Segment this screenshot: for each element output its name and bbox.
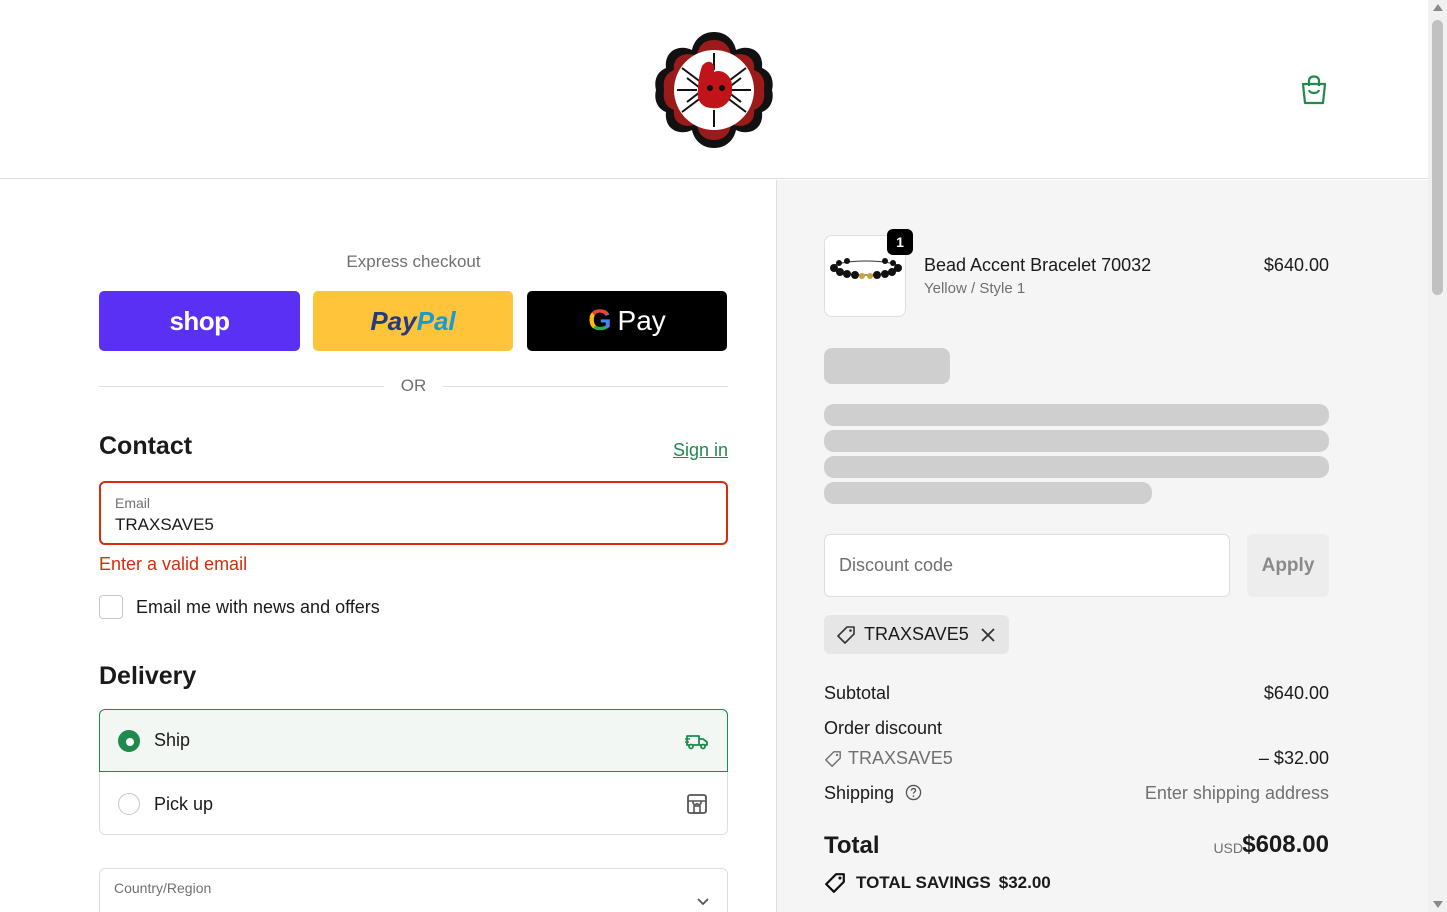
total-label: Total: [824, 832, 880, 859]
newsletter-option[interactable]: Email me with news and offers: [99, 595, 380, 619]
divider-line-right: [443, 386, 728, 387]
applied-discount-code: TRAXSAVE5: [864, 624, 969, 644]
subtotal-label: Subtotal: [824, 683, 891, 703]
order-discount-row: Order discount: [824, 718, 1329, 739]
divider-line-left: [99, 386, 384, 387]
subtotal-value: $640.00: [1263, 683, 1329, 703]
country-region-label: Country/Region: [114, 880, 212, 896]
product-variant: Yellow / Style 1: [924, 280, 1026, 297]
remove-discount-icon[interactable]: [979, 626, 997, 644]
total-currency: USD: [1213, 840, 1243, 856]
total-savings-label: TOTAL SAVINGS: [856, 873, 991, 892]
loading-skeleton-line: [824, 482, 1152, 504]
apply-discount-button[interactable]: Apply: [1247, 534, 1329, 597]
product-name: Bead Accent Bracelet 70032: [924, 255, 1152, 275]
discount-code-text: TRAXSAVE5: [848, 748, 953, 768]
paypal-label-pay: Pay: [370, 305, 417, 336]
total-row: Total USD $608.00: [824, 830, 1329, 864]
loading-skeleton-line: [824, 404, 1329, 426]
page-scrollbar[interactable]: [1428, 0, 1447, 912]
tag-icon: [825, 873, 845, 893]
checkout-form: Express checkout shop Pay Pal G Pay OR Con…: [0, 180, 777, 912]
delivery-method-group: Ship Pick up: [99, 709, 728, 835]
shipping-value: Enter shipping address: [1144, 783, 1329, 803]
order-discount-label: Order discount: [824, 718, 943, 738]
email-field[interactable]: Email TRAXSAVE5: [99, 481, 728, 545]
paypal-button[interactable]: Pay Pal: [313, 291, 513, 351]
email-field-label: Email: [115, 495, 151, 511]
loading-skeleton-line: [824, 430, 1329, 452]
delivery-option-ship[interactable]: Ship: [99, 709, 728, 772]
discount-value: – $32.00: [1258, 748, 1329, 768]
subtotal-row: Subtotal $640.00: [824, 683, 1329, 704]
cart-button[interactable]: [1298, 73, 1330, 107]
google-pay-button[interactable]: G Pay: [527, 291, 727, 351]
discount-code-line: TRAXSAVE5: [824, 748, 1329, 769]
total-savings-value: $32.00: [998, 873, 1051, 892]
order-summary: 1 Bead Accent Bracelet 70032 Yellow / St…: [777, 180, 1428, 912]
paypal-label-pal: Pal: [416, 305, 456, 336]
total-value: $608.00: [1242, 831, 1329, 858]
pickup-radio[interactable]: [118, 793, 140, 815]
pickup-label: Pick up: [154, 793, 214, 814]
sign-in-link[interactable]: Sign in: [640, 440, 728, 461]
country-region-select[interactable]: Country/Region: [99, 868, 728, 912]
ship-radio[interactable]: [118, 729, 140, 752]
shipping-label: Shipping: [824, 783, 895, 803]
newsletter-label: Email me with news and offers: [136, 596, 380, 617]
quantity-badge: 1: [887, 229, 913, 255]
tag-icon: [825, 750, 841, 767]
google-pay-label: Pay: [617, 305, 666, 336]
contact-title: Contact: [99, 432, 193, 460]
loading-skeleton-line: [824, 456, 1329, 478]
product-thumbnail: 1: [824, 229, 913, 317]
header: [0, 0, 1428, 179]
or-divider: OR: [99, 376, 728, 396]
delivery-option-pickup[interactable]: Pick up: [100, 773, 727, 835]
google-g-icon: G: [588, 304, 612, 337]
shop-pay-label: shop: [169, 305, 230, 336]
shipping-row: Shipping Enter shipping address: [824, 783, 1329, 804]
truck-icon: [685, 735, 708, 750]
delivery-title: Delivery: [99, 662, 197, 690]
applied-discount-chip: TRAXSAVE5: [824, 615, 1009, 654]
help-circle-icon[interactable]: [905, 784, 922, 801]
discount-code-input[interactable]: Discount code: [824, 534, 1230, 597]
scroll-down-arrow[interactable]: [1433, 901, 1443, 908]
or-label: OR: [400, 376, 427, 395]
email-field-value[interactable]: TRAXSAVE5: [115, 515, 214, 535]
shop-pay-button[interactable]: shop: [99, 291, 300, 351]
loading-skeleton-title: [824, 348, 950, 384]
scroll-up-arrow[interactable]: [1433, 4, 1443, 11]
scrollbar-thumb[interactable]: [1432, 20, 1443, 295]
ship-label: Ship: [154, 730, 191, 750]
product-price: $640.00: [1263, 255, 1329, 275]
discount-code-row: TRAXSAVE5 – $32.00: [824, 748, 1329, 769]
express-checkout-label: Express checkout: [346, 252, 481, 271]
total-savings: TOTAL SAVINGS $32.00: [824, 872, 1051, 894]
shopping-bag-icon: [1301, 75, 1327, 105]
email-error-message: Enter a valid email: [99, 554, 248, 574]
chevron-down-icon: [697, 898, 709, 906]
store-logo[interactable]: [652, 28, 776, 152]
tag-icon: [837, 625, 855, 644]
store-icon: [687, 794, 707, 814]
newsletter-checkbox[interactable]: [99, 595, 123, 619]
